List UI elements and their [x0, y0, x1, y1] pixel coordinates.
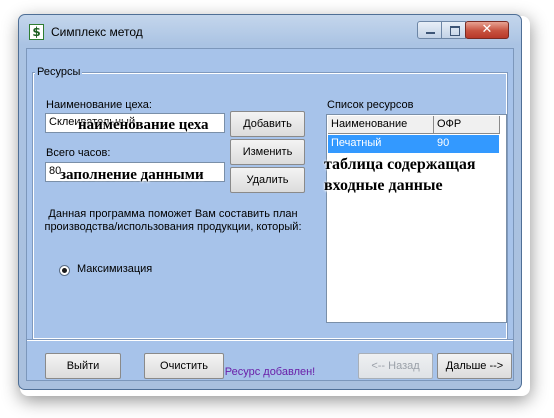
close-icon: ✕ — [481, 22, 493, 37]
separator — [27, 339, 513, 341]
resource-list-label: Список ресурсов — [327, 99, 414, 111]
minimize-button[interactable] — [417, 21, 442, 39]
hours-label: Всего часов: — [46, 147, 111, 159]
annotation-data: заполнение данными — [60, 167, 204, 183]
main-window: $ Симплекс метод ✕ Ресурсы Наименование … — [18, 14, 522, 390]
delete-button[interactable]: Удалить — [230, 167, 305, 193]
table-row[interactable]: Печатный 90 — [328, 135, 499, 153]
column-header-ofr[interactable]: ОФР — [434, 116, 500, 134]
annotation-name: наименование цеха — [78, 117, 209, 133]
add-button[interactable]: Добавить — [230, 111, 305, 137]
description-text: Данная программа поможет Вам составить п… — [44, 208, 302, 233]
client-area: Ресурсы Наименование цеха: Склеивательны… — [26, 48, 514, 381]
annotation-table-line1: таблица содержащая — [324, 156, 476, 173]
close-button[interactable]: ✕ — [465, 21, 509, 39]
radio-dot — [62, 268, 67, 273]
name-label: Наименование цеха: — [46, 99, 152, 111]
resource-table[interactable]: Наименование ОФР Печатный 90 — [326, 114, 507, 323]
maximize-button[interactable] — [441, 21, 466, 39]
dollar-icon: $ — [29, 24, 44, 40]
row-name-cell: Печатный — [331, 137, 382, 149]
annotation-table-line2: входные данные — [324, 177, 443, 194]
edit-button[interactable]: Изменить — [230, 139, 305, 165]
row-value-cell: 90 — [437, 137, 450, 149]
maximize-icon — [450, 26, 460, 36]
maximize-label: Максимизация — [77, 263, 153, 275]
group-label: Ресурсы — [35, 66, 83, 78]
status-message: Ресурс добавлен! — [224, 366, 316, 378]
maximize-radio[interactable] — [59, 265, 70, 276]
column-header-name[interactable]: Наименование — [328, 116, 434, 134]
minimize-icon — [426, 32, 435, 34]
title-bar[interactable]: $ Симплекс метод ✕ — [19, 15, 521, 47]
window-title: Симплекс метод — [51, 25, 143, 39]
